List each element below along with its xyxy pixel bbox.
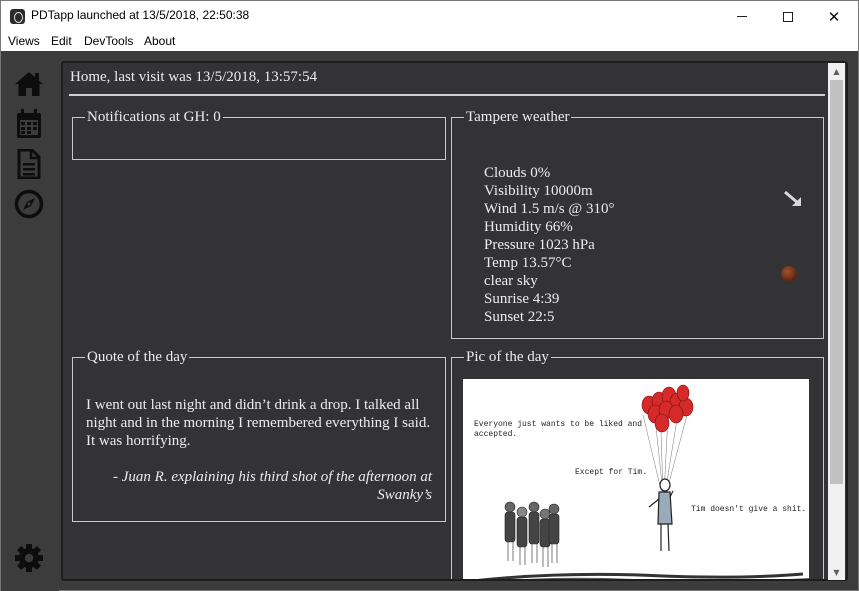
- home-icon[interactable]: [13, 68, 45, 100]
- quote-author: - Juan R. explaining his third shot of t…: [113, 469, 432, 503]
- header-divider: [69, 94, 825, 96]
- scrollbar-thumb[interactable]: [830, 80, 843, 484]
- menu-views[interactable]: Views: [8, 34, 40, 48]
- weather-box: Tampere weather Clouds 0% Visibility 100…: [451, 110, 824, 339]
- weather-humidity: Humidity 66%: [484, 219, 573, 235]
- quote-box: Quote of the day I went out last night a…: [72, 350, 446, 522]
- title-bar: PDTapp launched at 13/5/2018, 22:50:38 ✕: [0, 0, 859, 31]
- notifications-box: Notifications at GH: 0: [72, 110, 446, 160]
- maximize-button[interactable]: [765, 1, 811, 32]
- weather-visibility: Visibility 10000m: [484, 183, 593, 199]
- app-area: Home, last visit was 13/5/2018, 13:57:54…: [0, 51, 859, 591]
- weather-wind: Wind 1.5 m/s @ 310°: [484, 201, 615, 217]
- comic-caption-2: Except for Tim.: [575, 468, 648, 477]
- weather-sunset: Sunset 22:5: [484, 309, 555, 325]
- scroll-down-arrow-icon[interactable]: ▼: [828, 564, 845, 580]
- weather-temp: Temp 13.57°C: [484, 255, 572, 271]
- quote-text: I went out last night and didn’t drink a…: [86, 397, 431, 449]
- calendar-icon[interactable]: [13, 108, 45, 140]
- minimize-icon: [737, 16, 747, 17]
- compass-icon[interactable]: [13, 188, 45, 220]
- pic-legend: Pic of the day: [466, 349, 549, 365]
- app-icon: [10, 9, 25, 24]
- pic-of-the-day-image[interactable]: Everyone just wants to be liked and acce…: [463, 379, 809, 579]
- comic-caption-1: Everyone just wants to be liked and acce…: [474, 420, 643, 439]
- wind-direction-arrow-icon: [784, 190, 801, 206]
- maximize-icon: [783, 11, 793, 22]
- pic-box: Pic of the day Everyone just wants to be…: [451, 349, 824, 579]
- page-title: Home, last visit was 13/5/2018, 13:57:54: [70, 69, 318, 85]
- menu-bar: Views Edit DevTools About: [0, 31, 859, 51]
- weather-description: clear sky: [484, 273, 538, 289]
- close-icon: ✕: [827, 7, 841, 26]
- close-button[interactable]: ✕: [811, 1, 857, 32]
- weather-sunrise: Sunrise 4:39: [484, 291, 560, 307]
- vertical-scrollbar[interactable]: ▲ ▼: [828, 63, 845, 580]
- quote-legend: Quote of the day: [87, 349, 188, 365]
- comic-drawing: [477, 384, 809, 579]
- scroll-up-arrow-icon[interactable]: ▲: [828, 63, 845, 79]
- document-icon[interactable]: [13, 148, 45, 180]
- sidebar: [1, 51, 59, 591]
- minimize-button[interactable]: [719, 1, 765, 32]
- menu-edit[interactable]: Edit: [51, 34, 72, 48]
- weather-clouds: Clouds 0%: [484, 165, 551, 181]
- menu-about[interactable]: About: [144, 34, 175, 48]
- notifications-legend: Notifications at GH: 0: [87, 109, 221, 125]
- weather-legend: Tampere weather: [466, 109, 570, 125]
- menu-devtools[interactable]: DevTools: [84, 34, 133, 48]
- home-panel: Home, last visit was 13/5/2018, 13:57:54…: [61, 61, 848, 581]
- weather-pressure: Pressure 1023 hPa: [484, 237, 595, 253]
- window-title: PDTapp launched at 13/5/2018, 22:50:38: [31, 8, 250, 22]
- comic-caption-3: Tim doesn't give a shit.: [691, 505, 807, 514]
- weather-list: Clouds 0% Visibility 10000m Wind 1.5 m/s…: [484, 164, 614, 326]
- gear-icon[interactable]: [13, 542, 45, 574]
- clear-sky-icon: [781, 266, 797, 282]
